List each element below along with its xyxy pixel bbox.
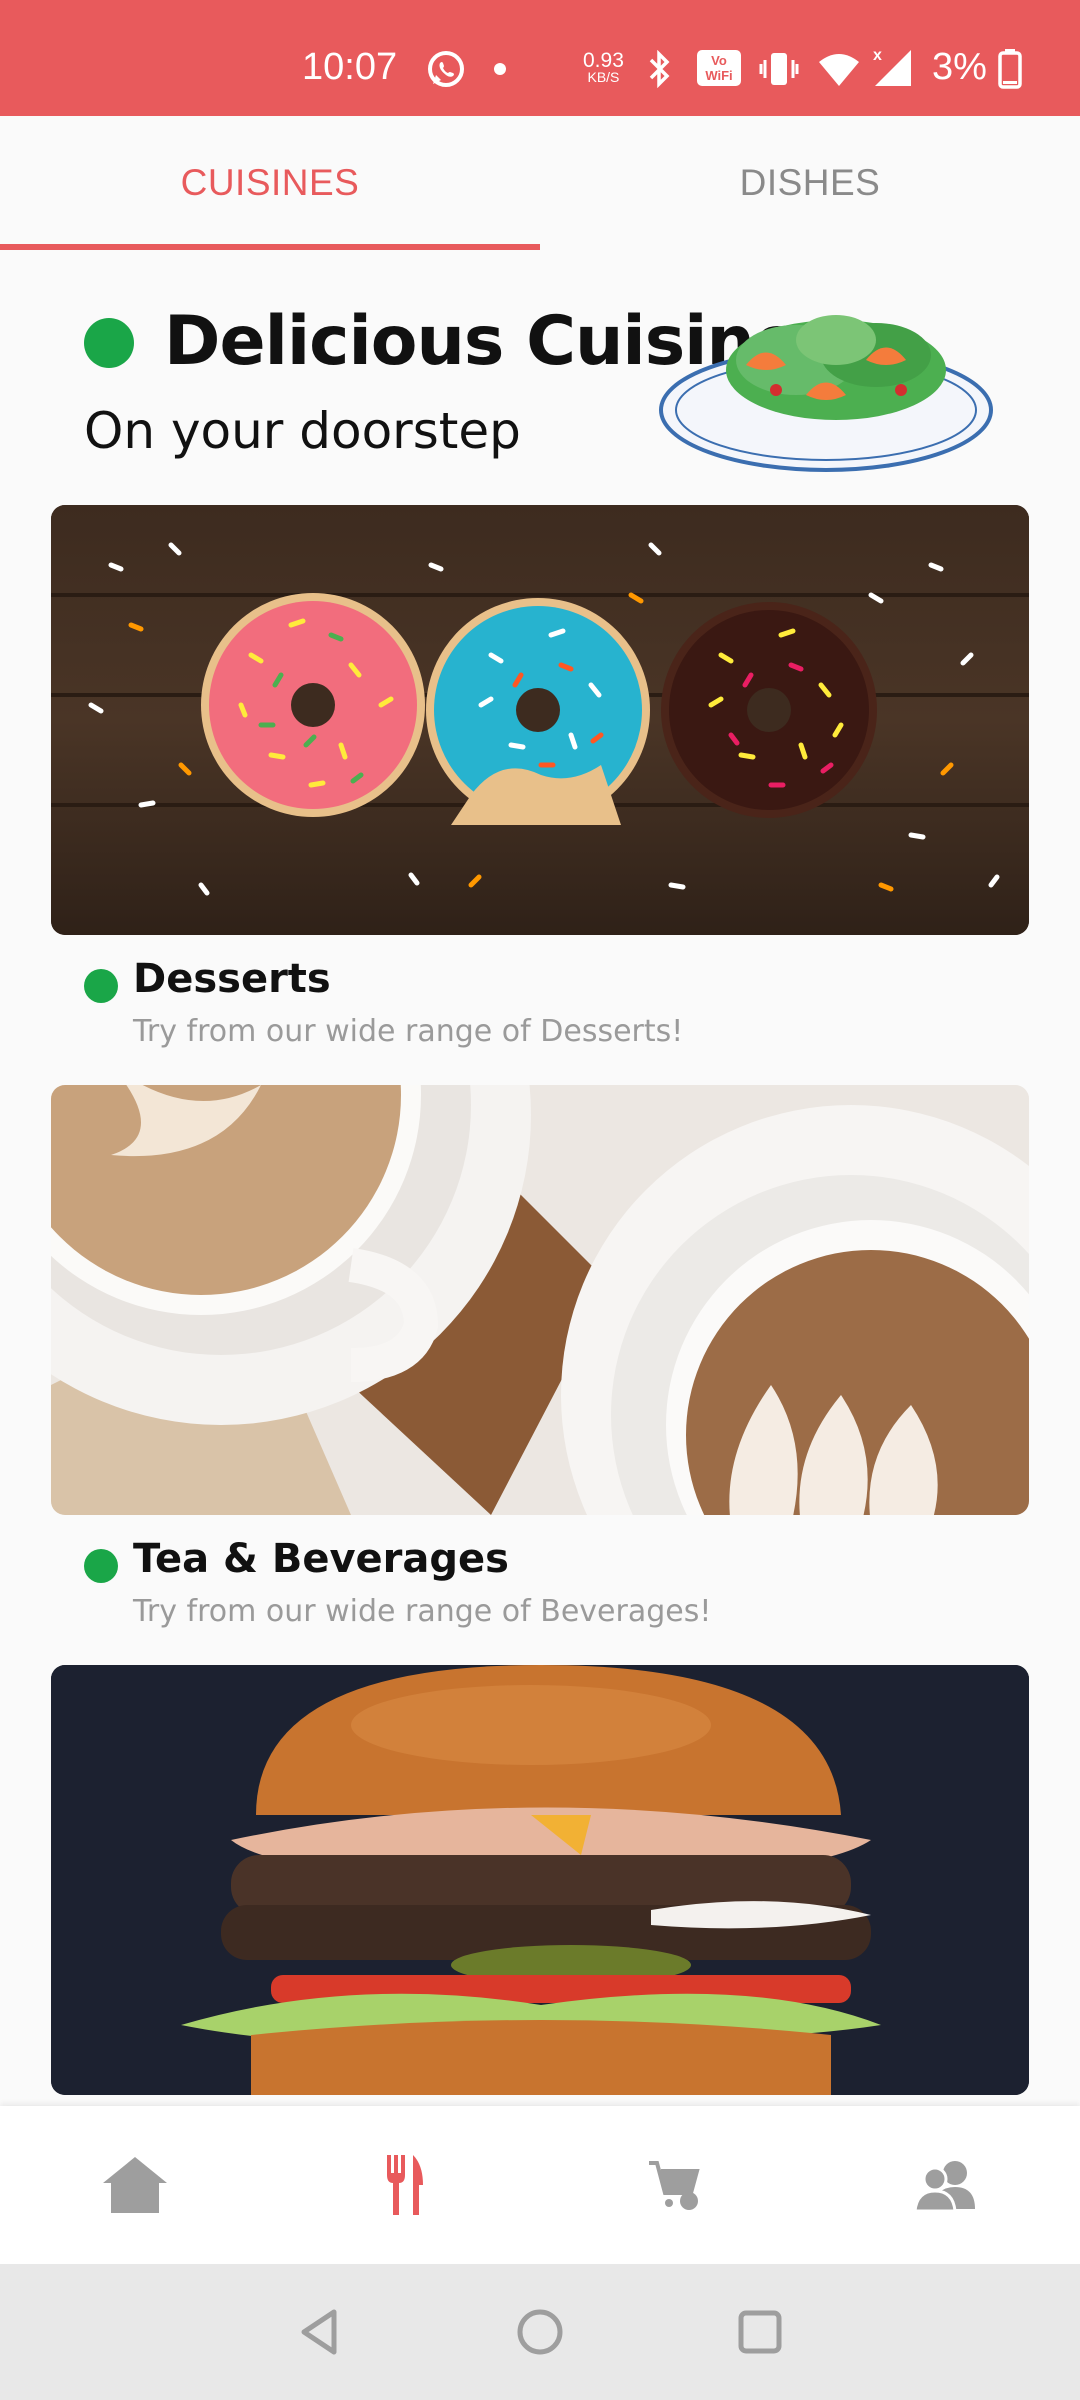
battery-percent: 3% [932,46,987,88]
beverages-description: Try from our wide range of Beverages! [133,1594,712,1629]
tab-bar: CUISINES DISHES [0,116,1080,250]
donuts-photo [51,505,1029,935]
beverages-dot [84,1549,118,1583]
desserts-title[interactable]: Desserts [133,956,331,1002]
desserts-card-image[interactable] [51,505,1029,935]
vowifi-badge: Vo WiFi [697,50,741,86]
status-time: 10:07 [302,46,398,88]
burger-photo [51,1665,1029,2095]
nav-home[interactable] [0,2106,270,2264]
status-icons: 0.93 KB/S Vo WiFi x 3% [425,44,1065,94]
cart-icon [649,2161,700,2210]
nav-profile[interactable] [810,2106,1080,2264]
profile-icon [913,2161,975,2213]
net-speed: 0.93 KB/S [583,49,624,86]
back-icon[interactable] [292,2302,352,2362]
dot-icon [494,63,506,75]
signal-icon: x [873,47,911,86]
tab-indicator [0,244,540,250]
wifi-icon [819,54,859,86]
tab-cuisines[interactable]: CUISINES [0,116,540,250]
hero-dot [84,318,134,368]
tab-dishes[interactable]: DISHES [540,116,1080,250]
fork-knife-icon [387,2155,423,2215]
page-subtitle: On your doorstep [84,402,521,460]
net-speed-value: 0.93 [583,49,624,72]
desserts-dot [84,969,118,1003]
bluetooth-icon [649,50,670,88]
beverages-title[interactable]: Tea & Beverages [133,1536,509,1582]
battery-icon [998,49,1022,89]
recents-icon[interactable] [730,2302,790,2362]
bottom-nav [0,2106,1080,2264]
status-bar: 10:07 0.93 KB/S Vo WiFi x 3% [0,0,1080,116]
home-circle-icon[interactable] [510,2302,570,2362]
nav-cart[interactable] [540,2106,810,2264]
vibrate-icon [759,53,799,85]
salad-plate-illustration [659,315,993,472]
svg-text:x: x [873,47,882,64]
desserts-description: Try from our wide range of Desserts! [133,1014,684,1049]
vowifi-top: Vo [711,53,727,68]
vowifi-bottom: WiFi [705,68,733,83]
nav-cuisines[interactable] [270,2106,540,2264]
beverages-card-image[interactable] [51,1085,1029,1515]
burger-card-image[interactable] [51,1665,1029,2095]
net-speed-unit: KB/S [587,69,620,85]
coffee-photo [51,1085,1029,1515]
whatsapp-icon [428,51,464,87]
home-icon [103,2157,167,2213]
system-nav-bar [0,2264,1080,2400]
